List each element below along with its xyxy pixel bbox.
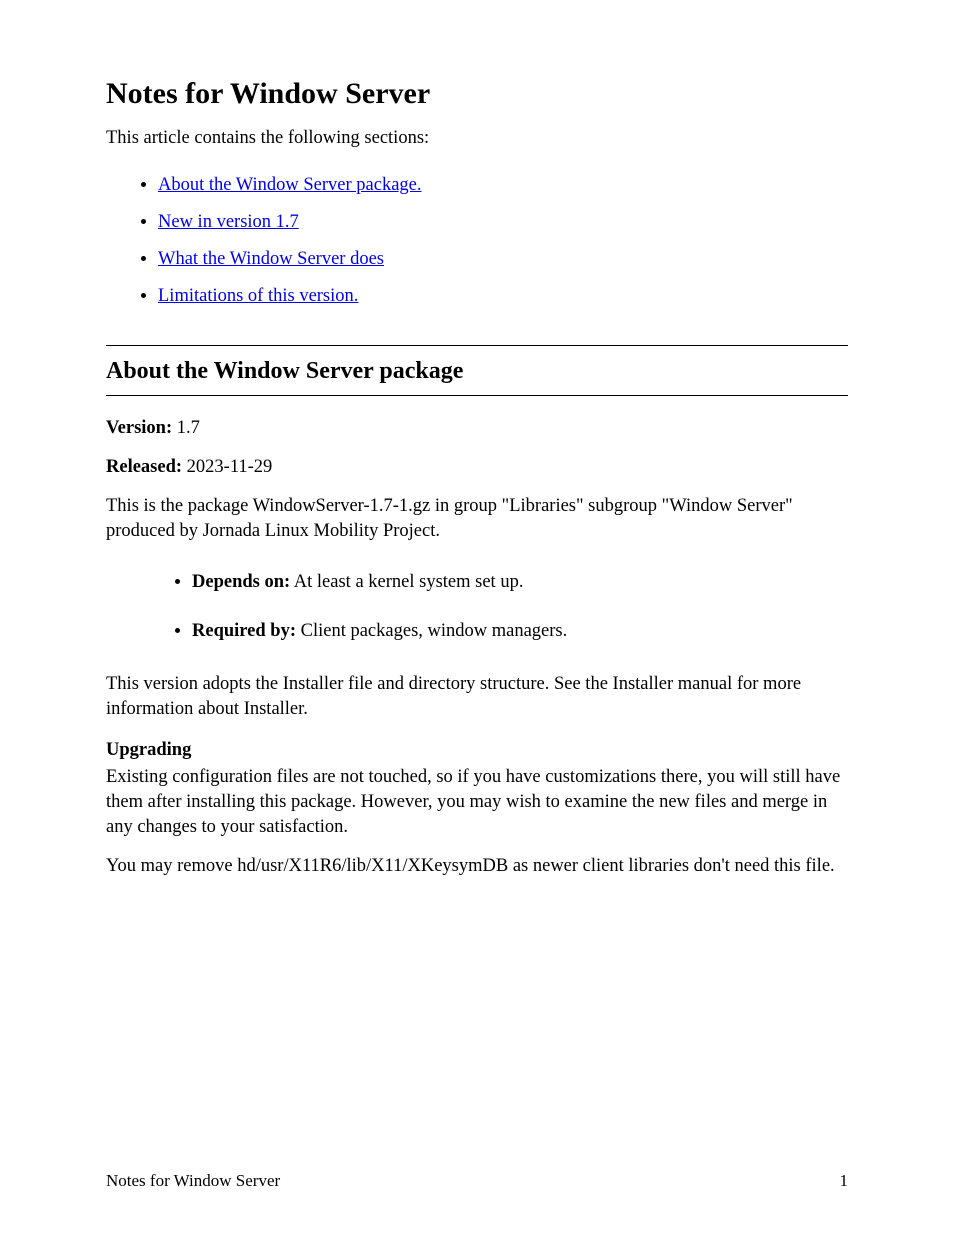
version-value: 1.7 xyxy=(172,418,200,438)
page-footer: Notes for Window Server 1 xyxy=(106,1171,848,1191)
toc-item: What the Window Server does xyxy=(158,241,848,278)
toc-item: New in version 1.7 xyxy=(158,204,848,241)
section-heading: About the Window Server package xyxy=(106,345,848,396)
upgrading-para-2: You may remove hd/usr/X11R6/lib/X11/XKey… xyxy=(106,854,848,879)
toc-link-new[interactable]: New in version 1.7 xyxy=(158,212,299,232)
intro-text: This article contains the following sect… xyxy=(106,126,848,151)
installer-note: This version adopts the Installer file a… xyxy=(106,672,848,722)
released-label: Released: xyxy=(106,457,182,477)
toc-link-limitations[interactable]: Limitations of this version. xyxy=(158,286,358,306)
version-line: Version: 1.7 xyxy=(106,416,848,441)
toc-link-about[interactable]: About the Window Server package. xyxy=(158,175,422,195)
footer-page-number: 1 xyxy=(840,1171,849,1191)
depends-label: Depends on: xyxy=(192,572,290,592)
required-by-label: Required by: xyxy=(192,621,296,641)
toc-list: About the Window Server package. New in … xyxy=(106,167,848,315)
package-description: This is the package WindowServer-1.7-1.g… xyxy=(106,494,848,544)
upgrading-para-1: Existing configuration files are not tou… xyxy=(106,765,848,840)
toc-link-what[interactable]: What the Window Server does xyxy=(158,249,384,269)
required-by-text: Client packages, window managers. xyxy=(296,621,567,641)
released-value: 2023-11-29 xyxy=(182,457,272,477)
depends-item: Depends on: At least a kernel system set… xyxy=(192,558,848,607)
released-line: Released: 2023-11-29 xyxy=(106,455,848,480)
required-by-item: Required by: Client packages, window man… xyxy=(192,607,848,656)
version-label: Version: xyxy=(106,418,172,438)
section-about: About the Window Server package Version:… xyxy=(106,345,848,879)
toc-item: Limitations of this version. xyxy=(158,278,848,315)
dependency-list: Depends on: At least a kernel system set… xyxy=(106,558,848,656)
toc-item: About the Window Server package. xyxy=(158,167,848,204)
footer-left: Notes for Window Server xyxy=(106,1171,280,1191)
depends-text: At least a kernel system set up. xyxy=(290,572,523,592)
upgrading-heading: Upgrading xyxy=(106,740,848,761)
page-title: Notes for Window Server xyxy=(106,76,848,112)
